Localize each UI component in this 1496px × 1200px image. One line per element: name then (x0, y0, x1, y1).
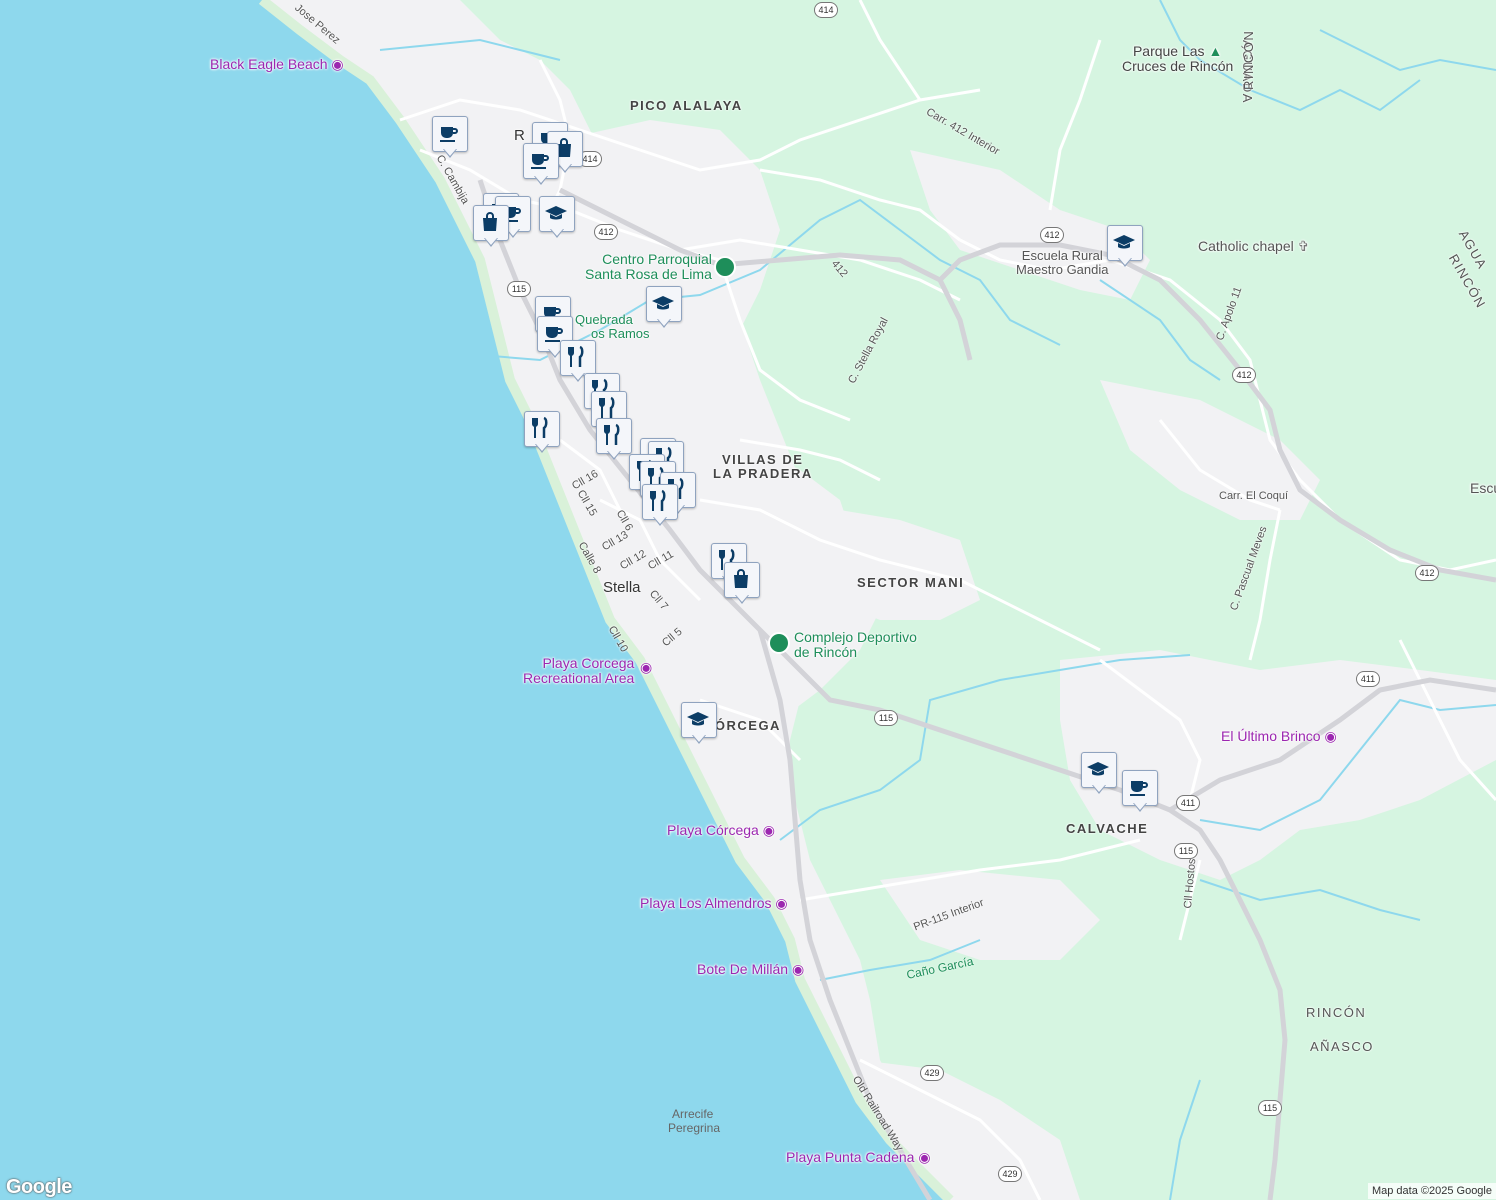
area-label-rincon-vertical: RINCÓN (1241, 29, 1256, 90)
map-marker-graduation-cap[interactable] (1081, 752, 1117, 796)
poi-text: Playa Córcega (667, 822, 759, 838)
camera-icon[interactable]: ◉ (640, 659, 652, 675)
road-label: Carr. El Coquí (1219, 490, 1289, 502)
place-label-escu: Escu (1470, 480, 1496, 496)
route-shield: 412 (1040, 227, 1064, 243)
marker-tip (535, 176, 547, 183)
route-shield: 115 (1174, 843, 1198, 859)
poi-text: Maestro Gandia (1016, 262, 1109, 278)
poi-text: Playa Los Almendros (640, 895, 772, 911)
camera-icon: ◉ (762, 822, 775, 838)
map-marker-coffee-cup[interactable] (523, 143, 559, 187)
marker-tip (658, 319, 670, 326)
map-marker-restaurant[interactable] (642, 484, 678, 528)
route-shield: 412 (1232, 367, 1256, 383)
marker-tip (551, 229, 563, 236)
route-shield: 429 (920, 1065, 944, 1081)
route-shield: 411 (1176, 795, 1200, 811)
marker-tip (1134, 803, 1146, 810)
green-dot-icon[interactable] (768, 632, 790, 654)
poi-text: Black Eagle Beach (210, 56, 328, 72)
poi-text: Santa Rosa de Lima (585, 266, 712, 283)
map-marker-shopping-bag[interactable] (724, 562, 760, 606)
marker-tip (536, 444, 548, 451)
camera-icon: ◉ (791, 961, 805, 977)
google-logo[interactable]: Google (6, 1176, 72, 1199)
map-attribution[interactable]: Map data ©2025 Google (1367, 1183, 1496, 1199)
map-view[interactable]: Black Eagle Beach ◉ Centro Parroquial San… (0, 0, 1496, 1200)
route-shield: 414 (814, 2, 838, 18)
place-label-peregrina: Peregrina (668, 1121, 721, 1135)
route-shield: 115 (1258, 1100, 1282, 1116)
marker-tip (485, 238, 497, 245)
marker-tip (444, 149, 456, 156)
area-label-anasco: AÑASCO (1310, 1039, 1374, 1054)
poi-label-centro-parroquial[interactable]: Centro Parroquial Santa Rosa de Lima (585, 251, 712, 283)
place-label-stella: Stella (603, 579, 641, 596)
poi-label-el-ultimo-brinco[interactable]: El Último Brinco ◉ (1221, 728, 1337, 744)
route-shield: 115 (507, 281, 531, 297)
marker-tip (559, 164, 571, 171)
poi-label-playa-corcega-recreational-area[interactable]: Playa Corcega Recreational Area (523, 655, 635, 687)
map-marker-restaurant[interactable] (596, 418, 632, 462)
green-dot-icon[interactable] (714, 256, 736, 278)
marker-tip (654, 517, 666, 524)
route-shield: 412 (594, 224, 618, 240)
poi-label-quebrada[interactable]: Quebrada os Ramos (575, 312, 650, 342)
cross-icon: ✞ (1297, 238, 1310, 254)
map-marker-coffee-cup[interactable] (432, 116, 468, 160)
camera-icon: ◉ (775, 895, 788, 911)
poi-text: El Último Brinco (1221, 728, 1321, 744)
area-label-pico-alalaya: PICO ALALAYA (630, 98, 743, 113)
tree-icon: ▲ (1208, 43, 1223, 59)
marker-tip (1093, 785, 1105, 792)
map-marker-restaurant[interactable] (524, 411, 560, 455)
poi-text: Recreational Area (523, 670, 635, 687)
map-marker-graduation-cap[interactable] (539, 196, 575, 240)
area-label-rincon: RINCÓN (1306, 1005, 1367, 1020)
route-shield: 412 (1415, 565, 1439, 581)
poi-text: Parque Las (1132, 43, 1205, 59)
route-shield: 411 (1356, 671, 1380, 687)
area-label-la-pradera: LA PRADERA (713, 466, 813, 481)
poi-label-bote-de-millan[interactable]: Bote De Millán ◉ (697, 961, 805, 977)
camera-icon: ◉ (918, 1149, 931, 1165)
poi-label-black-eagle-beach[interactable]: Black Eagle Beach ◉ (210, 56, 344, 72)
marker-tip (572, 373, 584, 380)
area-label-sector-mani: SECTOR MANI (857, 575, 965, 590)
marker-tip (693, 735, 705, 742)
place-label-arrecife: Arrecife (672, 1107, 714, 1121)
poi-text: Cruces de Rincón (1122, 58, 1234, 75)
route-shield: 115 (874, 710, 898, 726)
poi-label-playa-los-almendros[interactable]: Playa Los Almendros ◉ (640, 895, 788, 911)
poi-label-catholic-chapel[interactable]: Catholic chapel ✞ (1198, 238, 1310, 254)
marker-tip (608, 451, 620, 458)
poi-text: Bote De Millán (697, 961, 789, 977)
poi-label-playa-punta-cadena[interactable]: Playa Punta Cadena ◉ (786, 1149, 931, 1165)
marker-tip (736, 595, 748, 602)
marker-tip (1119, 258, 1131, 265)
map-marker-coffee-cup[interactable] (1122, 770, 1158, 814)
map-marker-graduation-cap[interactable] (646, 286, 682, 330)
map-marker-shopping-bag[interactable] (473, 205, 509, 249)
map-marker-graduation-cap[interactable] (1107, 225, 1143, 269)
area-label-calvache: CALVACHE (1066, 821, 1149, 836)
camera-icon: ◉ (331, 56, 344, 72)
poi-label-playa-corcega[interactable]: Playa Córcega ◉ (667, 822, 775, 838)
poi-label-escuela-rural[interactable]: Escuela Rural Maestro Gandia (1016, 248, 1109, 278)
poi-text: Catholic chapel (1198, 238, 1294, 254)
route-shield: 429 (998, 1166, 1022, 1182)
map-marker-graduation-cap[interactable] (681, 702, 717, 746)
poi-text: de Rincón (794, 644, 858, 661)
poi-label-complejo-deportivo[interactable]: Complejo Deportivo de Rincón (794, 629, 917, 661)
camera-icon: ◉ (1324, 728, 1337, 744)
poi-label-parque-las-cruces[interactable]: Parque Las ▲ Cruces de Rincón (1122, 43, 1234, 75)
